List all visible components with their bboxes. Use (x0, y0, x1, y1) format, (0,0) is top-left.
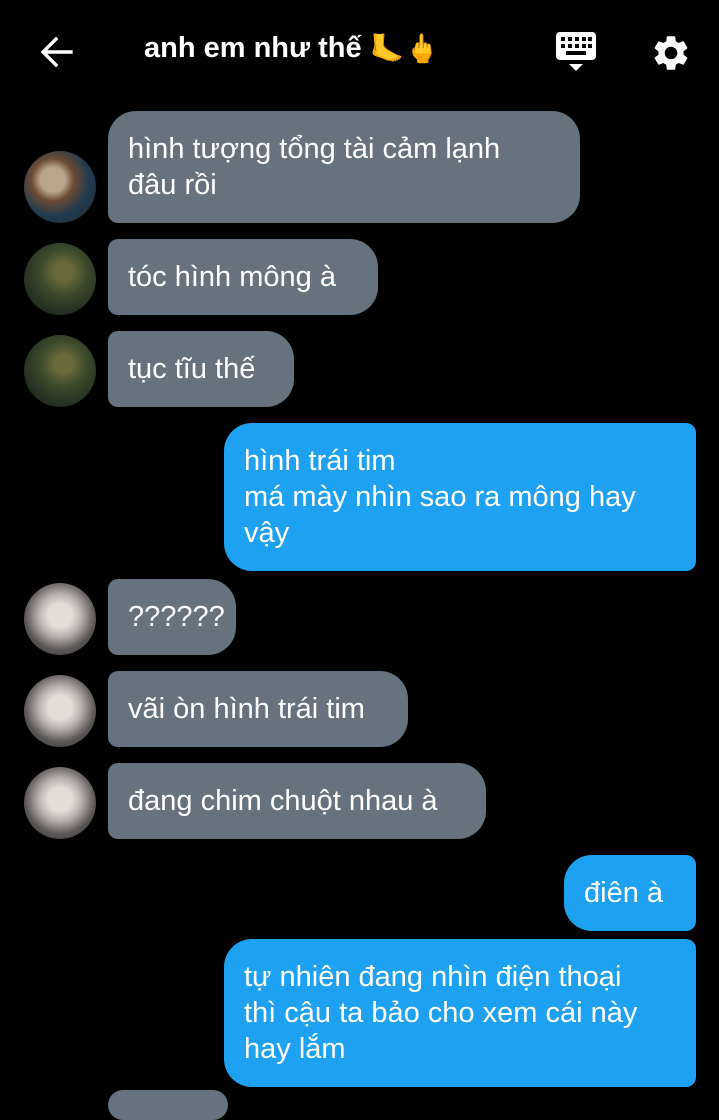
keyboard-icon (556, 32, 596, 71)
arrow-left-icon (40, 36, 73, 68)
chat-title: anh em như thế 🦶🖕 (144, 32, 439, 65)
outgoing-message: hình trái tim má mày nhìn sao ra mông ha… (224, 423, 696, 571)
back-button[interactable] (34, 30, 78, 74)
incoming-message-partial (108, 1090, 228, 1120)
avatar[interactable] (24, 675, 96, 747)
avatar[interactable] (24, 583, 96, 655)
incoming-message: tóc hình mông à (108, 239, 378, 315)
avatar[interactable] (24, 243, 96, 315)
incoming-message: tục tĩu thế (108, 331, 294, 407)
outgoing-message: điên à (564, 855, 696, 931)
incoming-message: đang chim chuột nhau à (108, 763, 486, 839)
chat-title-text: anh em như thế (144, 32, 362, 64)
chat-header: anh em như thế 🦶🖕 (0, 0, 719, 100)
outgoing-message: tự nhiên đang nhìn điện thoại thì cậu ta… (224, 939, 696, 1087)
avatar[interactable] (24, 767, 96, 839)
settings-button[interactable] (648, 30, 694, 76)
gear-icon (654, 36, 688, 70)
keyboard-button[interactable] (552, 30, 600, 78)
title-emojis: 🦶🖕 (369, 32, 440, 65)
incoming-message: hình tượng tổng tài cảm lạnh đâu rồi (108, 111, 580, 223)
avatar[interactable] (24, 151, 96, 223)
incoming-message: ?????? (108, 579, 236, 655)
incoming-message: vãi òn hình trái tim (108, 671, 408, 747)
avatar[interactable] (24, 335, 96, 407)
